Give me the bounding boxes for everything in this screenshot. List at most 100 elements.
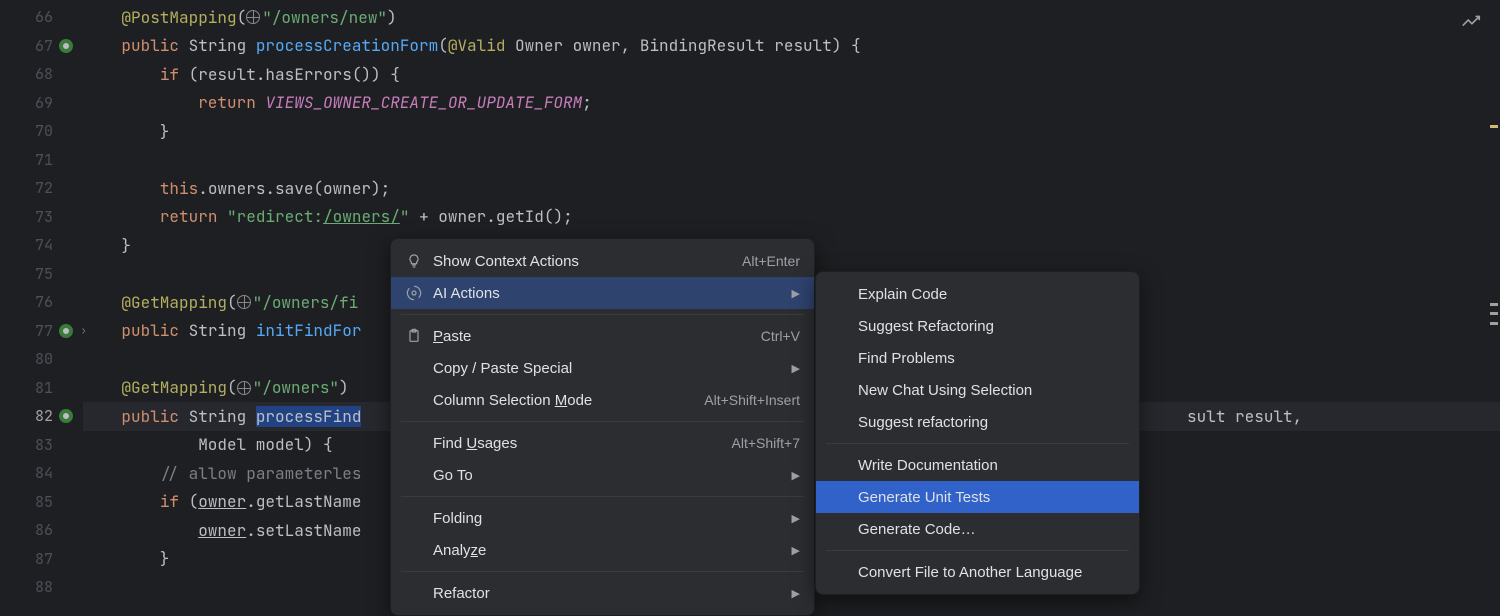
line-number: 87	[0, 545, 75, 574]
menu-item-label: Find Usages	[433, 435, 722, 452]
menu-item-label: Paste	[433, 328, 751, 345]
minimap[interactable]	[1452, 0, 1500, 600]
menu-item-label: Analyze	[433, 542, 774, 559]
code-line[interactable]	[83, 146, 1500, 175]
menu-item-find-problems[interactable]: Find Problems	[816, 342, 1139, 374]
menu-item-generate-code[interactable]: Generate Code…	[816, 513, 1139, 545]
minimap-mark[interactable]	[1490, 312, 1498, 315]
line-number: 71	[0, 146, 75, 175]
menu-item-label: Explain Code	[858, 286, 1125, 303]
line-number: 69	[0, 89, 75, 118]
menu-item-suggest-refactoring[interactable]: Suggest Refactoring	[816, 310, 1139, 342]
bulb-icon	[405, 253, 423, 269]
menu-item-refactor[interactable]: Refactor ▶	[391, 577, 814, 609]
line-number: 72	[0, 174, 75, 203]
ai-icon	[405, 285, 423, 301]
menu-item-go-to[interactable]: Go To ▶	[391, 459, 814, 491]
line-number: 81	[0, 374, 75, 403]
line-number: 67	[0, 32, 75, 61]
submenu-arrow-icon: ▶	[792, 469, 800, 482]
submenu-arrow-icon: ▶	[792, 287, 800, 300]
menu-separator	[826, 550, 1129, 551]
menu-item-folding[interactable]: Folding ▶	[391, 502, 814, 534]
code-line[interactable]: if (result.hasErrors()) {	[83, 60, 1500, 89]
menu-item-write-documentation[interactable]: Write Documentation	[816, 449, 1139, 481]
line-number: 85	[0, 488, 75, 517]
menu-item-ai-actions[interactable]: AI Actions ▶	[391, 277, 814, 309]
menu-item-label: Folding	[433, 510, 774, 527]
menu-item-label: Go To	[433, 467, 774, 484]
menu-item-convert-file-to-another-language[interactable]: Convert File to Another Language	[816, 556, 1139, 588]
menu-item-label: Convert File to Another Language	[858, 564, 1125, 581]
menu-item-label: Column Selection Mode	[433, 392, 694, 409]
menu-shortcut: Ctrl+V	[761, 328, 800, 344]
line-gutter: 666768697071727374757677›808182838485868…	[0, 0, 75, 600]
menu-separator	[401, 571, 804, 572]
line-number: 83	[0, 431, 75, 460]
code-line[interactable]: }	[83, 117, 1500, 146]
minimap-mark[interactable]	[1490, 125, 1498, 128]
ai-actions-submenu: Explain Code Suggest Refactoring Find Prob…	[815, 271, 1140, 595]
menu-item-label: New Chat Using Selection	[858, 382, 1125, 399]
submenu-arrow-icon: ▶	[792, 512, 800, 525]
menu-item-label: Generate Code…	[858, 521, 1125, 538]
menu-item-label: Refactor	[433, 585, 774, 602]
menu-item-analyze[interactable]: Analyze ▶	[391, 534, 814, 566]
menu-item-label: Find Problems	[858, 350, 1125, 367]
line-number: 70	[0, 117, 75, 146]
menu-separator	[826, 443, 1129, 444]
menu-item-label: Suggest refactoring	[858, 414, 1125, 431]
menu-item-label: Show Context Actions	[433, 253, 732, 270]
line-number: 82	[0, 402, 75, 431]
line-number: 77›	[0, 317, 75, 346]
globe-icon	[237, 295, 251, 309]
menu-item-label: Copy / Paste Special	[433, 360, 774, 377]
minimap-mark[interactable]	[1490, 322, 1498, 325]
gutter-run-icon[interactable]	[59, 409, 73, 423]
menu-item-label: Generate Unit Tests	[858, 489, 1125, 506]
minimap-mark[interactable]	[1490, 303, 1498, 306]
menu-item-generate-unit-tests[interactable]: Generate Unit Tests	[816, 481, 1139, 513]
menu-item-column-selection-mode[interactable]: Column Selection Mode Alt+Shift+Insert	[391, 384, 814, 416]
code-line[interactable]: return VIEWS_OWNER_CREATE_OR_UPDATE_FORM…	[83, 89, 1500, 118]
paste-icon	[405, 328, 423, 344]
line-number: 68	[0, 60, 75, 89]
menu-shortcut: Alt+Shift+7	[732, 435, 801, 451]
context-menu: Show Context Actions Alt+Enter AI Actions ▶…	[390, 238, 815, 616]
menu-item-new-chat-using-selection[interactable]: New Chat Using Selection	[816, 374, 1139, 406]
menu-item-explain-code[interactable]: Explain Code	[816, 278, 1139, 310]
menu-item-copy-paste-special[interactable]: Copy / Paste Special ▶	[391, 352, 814, 384]
menu-separator	[401, 421, 804, 422]
gutter-run-icon[interactable]	[59, 324, 73, 338]
line-number: 86	[0, 516, 75, 545]
line-number: 66	[0, 3, 75, 32]
line-number: 75	[0, 260, 75, 289]
line-number: 76	[0, 288, 75, 317]
submenu-arrow-icon: ▶	[792, 544, 800, 557]
line-number: 88	[0, 573, 75, 602]
submenu-arrow-icon: ▶	[792, 587, 800, 600]
menu-shortcut: Alt+Enter	[742, 253, 800, 269]
globe-icon	[237, 381, 251, 395]
line-number: 73	[0, 203, 75, 232]
menu-item-label: Write Documentation	[858, 457, 1125, 474]
code-line[interactable]: return "redirect:/owners/" + owner.getId…	[83, 203, 1500, 232]
menu-item-label: AI Actions	[433, 285, 774, 302]
globe-icon	[246, 10, 260, 24]
menu-item-show-context-actions[interactable]: Show Context Actions Alt+Enter	[391, 245, 814, 277]
submenu-arrow-icon: ▶	[792, 362, 800, 375]
line-number: 80	[0, 345, 75, 374]
menu-item-paste[interactable]: Paste Ctrl+V	[391, 320, 814, 352]
line-number: 74	[0, 231, 75, 260]
code-line[interactable]: this.owners.save(owner);	[83, 174, 1500, 203]
menu-item-label: Suggest Refactoring	[858, 318, 1125, 335]
code-line[interactable]: public String processCreationForm(@Valid…	[83, 32, 1500, 61]
menu-separator	[401, 496, 804, 497]
menu-item-suggest-refactoring[interactable]: Suggest refactoring	[816, 406, 1139, 438]
line-number: 84	[0, 459, 75, 488]
gutter-run-icon[interactable]	[59, 39, 73, 53]
code-line[interactable]: @PostMapping("/owners/new")	[83, 3, 1500, 32]
menu-separator	[401, 314, 804, 315]
menu-item-find-usages[interactable]: Find Usages Alt+Shift+7	[391, 427, 814, 459]
menu-shortcut: Alt+Shift+Insert	[704, 392, 800, 408]
